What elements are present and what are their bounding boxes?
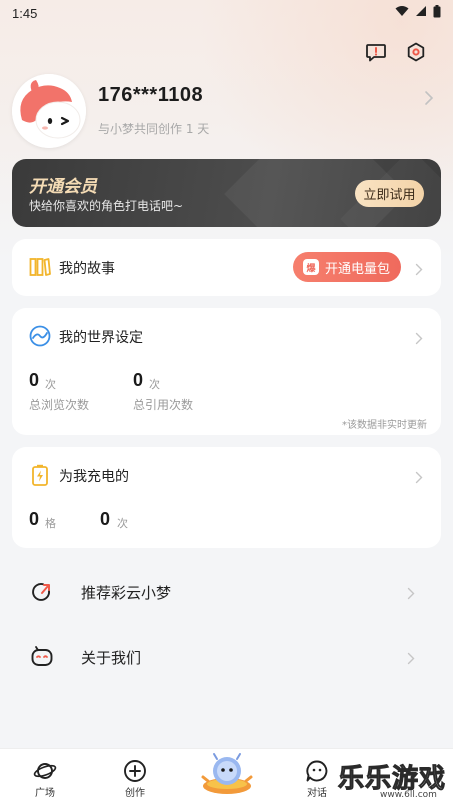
feedback-icon[interactable]	[364, 40, 388, 64]
globe-icon	[29, 325, 51, 347]
world-settings-card[interactable]: 我的世界设定 0 次 总浏览次数 0 次 总引用次数 *该数据非实时更新	[12, 308, 441, 435]
planet-icon	[33, 759, 57, 783]
plus-circle-icon	[123, 759, 147, 783]
world-settings-title: 我的世界设定	[59, 330, 143, 346]
data-note: *该数据非实时更新	[342, 420, 427, 431]
chevron-right-icon	[407, 585, 415, 604]
views-label: 总浏览次数	[29, 398, 90, 412]
vip-banner[interactable]: 开通会员 快给你喜欢的角色打电话吧~ 立即试用	[12, 159, 441, 227]
chat-icon	[305, 759, 329, 783]
menu-item-label: 关于我们	[81, 649, 142, 667]
my-stories-title: 我的故事	[59, 261, 115, 277]
menu-item-recommend[interactable]: 推荐彩云小梦	[0, 564, 453, 620]
watermark-url: www.6ll.com	[380, 790, 437, 800]
settings-icon[interactable]	[404, 40, 428, 64]
menu-item-label: 推荐彩云小梦	[81, 584, 172, 602]
charge-card[interactable]: 为我充电的 0 格 0 次	[12, 447, 441, 548]
quotes-count: 0	[133, 370, 144, 390]
username[interactable]: 176***1108	[98, 84, 203, 107]
chevron-right-icon	[407, 650, 415, 669]
book-shelf-icon	[29, 256, 51, 278]
robot-face-icon	[30, 645, 54, 669]
tab-label: 创作	[125, 788, 145, 799]
charge-cells-unit: 格	[45, 517, 56, 530]
chevron-right-icon	[415, 330, 423, 349]
battery-charge-icon	[29, 464, 51, 486]
share-icon	[30, 580, 54, 604]
power-pack-badge: 爆	[303, 259, 319, 275]
avatar[interactable]	[12, 74, 86, 148]
quotes-label: 总引用次数	[133, 398, 194, 412]
charge-times-count: 0	[100, 509, 111, 529]
views-count: 0	[29, 370, 40, 390]
quotes-unit: 次	[149, 378, 160, 391]
power-pack-label: 开通电量包	[325, 261, 391, 277]
menu-item-about[interactable]: 关于我们	[0, 629, 453, 685]
charge-times-unit: 次	[117, 517, 128, 530]
profile-subtitle: 与小梦共同创作 1 天	[98, 122, 210, 136]
chevron-right-icon	[415, 261, 423, 280]
tab-mascot[interactable]	[196, 749, 256, 805]
chevron-right-icon	[415, 469, 423, 488]
power-pack-button[interactable]: 爆 开通电量包	[293, 252, 401, 282]
signal-icon	[415, 5, 427, 21]
status-bar: 1:45	[0, 0, 453, 26]
mascot-icon	[200, 751, 254, 801]
charge-cells-count: 0	[29, 509, 40, 529]
chevron-right-icon[interactable]	[424, 90, 434, 110]
tab-label: 广场	[35, 788, 55, 799]
try-now-button[interactable]: 立即试用	[355, 180, 424, 207]
vip-description: 快给你喜欢的角色打电话吧~	[29, 199, 184, 213]
status-time: 1:45	[12, 5, 38, 21]
my-stories-card[interactable]: 我的故事 爆 开通电量包	[12, 239, 441, 296]
wifi-icon	[395, 5, 409, 21]
vip-title: 开通会员	[29, 177, 97, 197]
views-unit: 次	[45, 378, 56, 391]
charge-title: 为我充电的	[59, 469, 129, 485]
battery-icon	[433, 4, 441, 22]
tab-create[interactable]: 创作	[105, 749, 165, 805]
tab-plaza[interactable]: 广场	[15, 749, 75, 805]
